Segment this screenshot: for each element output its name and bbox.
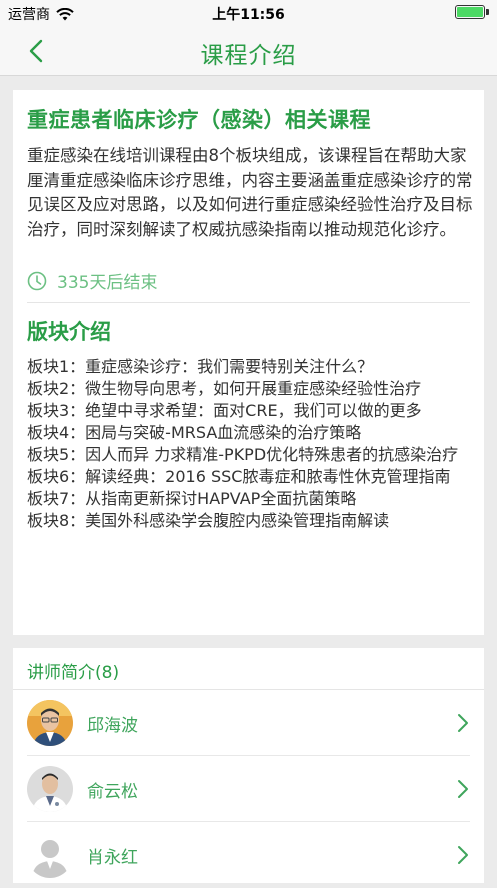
clock-icon	[27, 271, 47, 290]
lecturers-card: 讲师简介(8) 邱海波 俞云松 肖永红	[13, 648, 484, 883]
chevron-right-icon	[458, 780, 468, 798]
page-title: 课程介绍	[200, 43, 297, 69]
module-item: 板块2：微生物导向思考，如何开展重症感染经验性治疗	[27, 379, 422, 398]
lecturer-row[interactable]: 肖永红	[13, 822, 484, 888]
status-time: 上午11:56	[212, 7, 285, 23]
lecturer-row[interactable]: 邱海波	[13, 690, 484, 756]
module-item: 板块4：困局与突破-MRSA血流感染的治疗策略	[27, 423, 362, 442]
countdown-text: 335天后结束	[57, 273, 158, 293]
chevron-right-icon	[458, 846, 468, 864]
course-card: 重症患者临床诊疗（感染）相关课程 重症感染在线培训课程由8个板块组成，该课程旨在…	[13, 90, 484, 635]
course-countdown: 335天后结束	[27, 268, 157, 293]
chevron-right-icon	[458, 714, 468, 732]
module-item: 板块7：从指南更新探讨HAPVAP全面抗菌策略	[27, 489, 357, 508]
course-description: 重症感染在线培训课程由8个板块组成，该课程旨在帮助大家厘清重症感染临床诊疗思维，…	[27, 146, 473, 239]
avatar	[27, 766, 73, 812]
battery-icon	[455, 5, 485, 19]
module-item: 板块3：绝望中寻求希望：面对CRE，我们可以做的更多	[27, 401, 422, 420]
status-bar: 运营商 上午11:56	[0, 0, 497, 26]
lecturer-row[interactable]: 俞云松	[13, 756, 484, 822]
module-item: 板块5：因人而异 力求精准-PKPD优化特殊患者的抗感染治疗	[27, 445, 459, 464]
module-item: 板块1：重症感染诊疗：我们需要特别关注什么？	[27, 357, 374, 376]
battery-indicator	[455, 5, 489, 19]
lecturer-name: 肖永红	[87, 848, 138, 868]
module-item: 板块8：美国外科感染学会腹腔内感染管理指南解读	[27, 511, 390, 530]
modules-title: 版块介绍	[27, 320, 111, 344]
battery-fill	[457, 7, 483, 17]
divider	[27, 302, 470, 303]
module-item: 板块6：解读经典：2016 SSC脓毒症和脓毒性休克管理指南	[27, 467, 451, 486]
nav-bar: 课程介绍	[0, 26, 497, 76]
lecturer-name: 俞云松	[87, 782, 138, 802]
avatar	[27, 700, 73, 746]
lecturer-name: 邱海波	[87, 716, 138, 736]
module-list: 板块1：重症感染诊疗：我们需要特别关注什么？ 板块2：微生物导向思考，如何开展重…	[27, 356, 473, 532]
course-title: 重症患者临床诊疗（感染）相关课程	[27, 108, 371, 132]
battery-cap	[486, 9, 489, 15]
avatar	[27, 832, 73, 878]
lecturers-header: 讲师简介(8)	[27, 663, 120, 683]
